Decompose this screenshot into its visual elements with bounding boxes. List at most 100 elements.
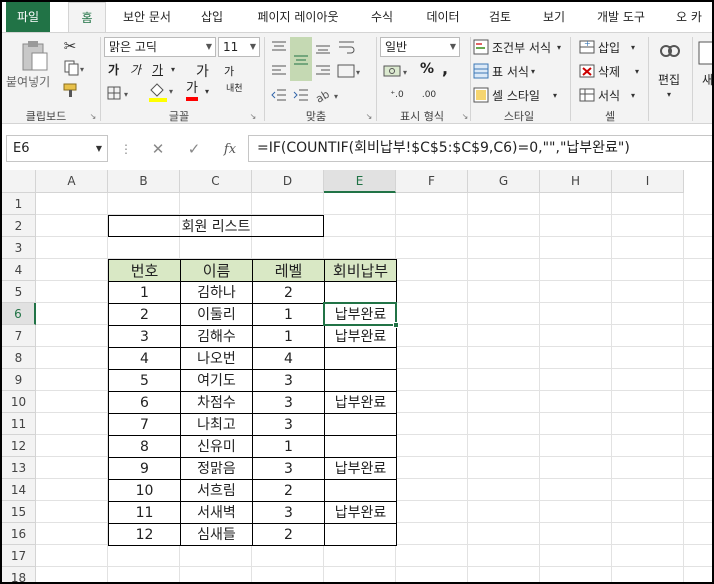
format-dropdown-icon[interactable]: ▾ xyxy=(628,87,638,103)
borders-icon[interactable]: ▾ xyxy=(106,83,136,103)
new-button[interactable]: 새 xyxy=(702,71,712,88)
table-cell[interactable]: 7 xyxy=(108,413,181,436)
table-cell[interactable]: 2 xyxy=(108,303,181,326)
align-bottom-icon[interactable] xyxy=(312,37,334,57)
tab-developer[interactable]: 개발 도구 xyxy=(586,2,656,32)
table-cell[interactable] xyxy=(324,347,397,370)
conditional-formatting-button[interactable]: 조건부 서식 xyxy=(492,39,551,56)
table-cell[interactable]: 1 xyxy=(252,435,325,458)
row-header-17[interactable]: 17 xyxy=(2,545,36,567)
row-header-8[interactable]: 8 xyxy=(2,347,36,369)
table-cell[interactable]: 1 xyxy=(252,303,325,326)
merge-center-icon[interactable]: ▾ xyxy=(336,61,364,81)
shrink-font-button[interactable]: 가 xyxy=(224,63,234,79)
accounting-format-icon[interactable]: ▾ xyxy=(382,61,414,81)
cell-styles-dropdown-icon[interactable]: ▾ xyxy=(550,87,560,103)
format-as-table-button[interactable]: 표 서식 xyxy=(492,63,529,80)
row-header-11[interactable]: 11 xyxy=(2,413,36,435)
fill-color-icon[interactable]: ▾ xyxy=(146,81,180,103)
row-header-3[interactable]: 3 xyxy=(2,237,36,259)
table-cell[interactable]: 3 xyxy=(252,457,325,480)
number-format-select[interactable]: 일반 ▼ xyxy=(380,37,460,57)
tab-insert[interactable]: 삽입 xyxy=(192,2,232,32)
decrease-indent-icon[interactable] xyxy=(268,85,290,105)
row-header-6[interactable]: 6 xyxy=(2,303,36,325)
conditional-dropdown-icon[interactable]: ▾ xyxy=(554,39,564,55)
table-cell[interactable]: 서흐림 xyxy=(180,479,253,502)
delete-cells-icon[interactable] xyxy=(578,61,596,81)
table-cell[interactable]: 12 xyxy=(108,523,181,546)
row-header-16[interactable]: 16 xyxy=(2,523,36,545)
worksheet-grid[interactable]: ABCDEFGHI 1 2 3 4 5 6 7 8 9 10 11 12 13 14 15 16 17 18 회원… xyxy=(2,170,712,582)
table-cell[interactable]: 4 xyxy=(108,347,181,370)
table-cell[interactable]: 심새들 xyxy=(180,523,253,546)
table-cell[interactable]: 4 xyxy=(252,347,325,370)
orientation-icon[interactable]: ab ▾ xyxy=(314,85,344,105)
insert-cells-button[interactable]: 삽입 xyxy=(598,39,620,56)
row-header-5[interactable]: 5 xyxy=(2,281,36,303)
table-cell[interactable]: 3 xyxy=(252,391,325,414)
insert-dropdown-icon[interactable]: ▾ xyxy=(628,39,638,55)
table-cell[interactable]: 3 xyxy=(252,413,325,436)
increase-decimal-icon[interactable]: ⁺.0 xyxy=(382,85,412,105)
comma-style-button[interactable]: , xyxy=(442,59,448,78)
row-header-14[interactable]: 14 xyxy=(2,479,36,501)
table-cell[interactable]: 2 xyxy=(252,281,325,304)
row-header-12[interactable]: 12 xyxy=(2,435,36,457)
insert-function-button[interactable]: fx xyxy=(218,138,242,160)
align-right-icon[interactable] xyxy=(312,61,334,81)
tab-view[interactable]: 보기 xyxy=(534,2,574,32)
copy-icon[interactable]: ▾ xyxy=(60,59,88,77)
delete-dropdown-icon[interactable]: ▾ xyxy=(632,63,642,79)
row-header-7[interactable]: 7 xyxy=(2,325,36,347)
alignment-launcher-icon[interactable]: ↘ xyxy=(364,111,374,121)
table-cell[interactable]: 6 xyxy=(108,391,181,414)
align-middle-icon[interactable] xyxy=(290,37,312,81)
increase-indent-icon[interactable] xyxy=(290,85,312,105)
table-header-cell[interactable]: 이름 xyxy=(180,259,253,282)
align-top-icon[interactable] xyxy=(268,37,290,57)
table-cell[interactable]: 여기도 xyxy=(180,369,253,392)
cancel-icon[interactable]: ✕ xyxy=(146,138,170,160)
tab-tell-me[interactable]: 오 카 xyxy=(676,2,712,32)
column-header-e[interactable]: E xyxy=(324,170,396,193)
delete-cells-button[interactable]: 삭제 xyxy=(598,63,620,80)
table-cell[interactable] xyxy=(324,479,397,502)
grow-font-button[interactable]: 가 xyxy=(196,61,209,81)
wrap-text-icon[interactable] xyxy=(336,37,358,57)
row-header-4[interactable]: 4 xyxy=(2,259,36,281)
tab-review[interactable]: 검토 xyxy=(480,2,520,32)
select-all-corner[interactable] xyxy=(2,170,36,193)
table-cell[interactable]: 납부완료 xyxy=(324,457,397,480)
find-icon[interactable] xyxy=(656,39,684,67)
tab-security[interactable]: 보안 문서 xyxy=(114,2,180,32)
percent-style-button[interactable]: % xyxy=(420,61,434,77)
table-cell[interactable] xyxy=(324,281,397,304)
font-size-select[interactable]: 11 ▼ xyxy=(218,37,260,57)
name-box-dropdown-icon[interactable]: ▼ xyxy=(94,143,104,153)
table-cell[interactable]: 3 xyxy=(252,369,325,392)
table-cell[interactable]: 5 xyxy=(108,369,181,392)
cell-styles-button[interactable]: 셀 스타일 xyxy=(492,87,540,104)
formula-input[interactable]: =IF(COUNTIF(회비납부!$C$5:$C$9,C6)=0,"","납부완… xyxy=(248,135,712,162)
name-box[interactable]: E6 xyxy=(6,135,108,162)
table-cell[interactable]: 납부완료 xyxy=(324,325,397,348)
format-cells-button[interactable]: 서식 xyxy=(598,87,620,104)
row-header-10[interactable]: 10 xyxy=(2,391,36,413)
table-cell[interactable] xyxy=(324,413,397,436)
table-cell[interactable]: 이둘리 xyxy=(180,303,253,326)
tab-formulas[interactable]: 수식 xyxy=(362,2,402,32)
format-cells-icon[interactable] xyxy=(578,85,596,105)
formula-bar-handle-icon[interactable]: ⋮ xyxy=(120,141,132,157)
insert-cells-icon[interactable]: + xyxy=(578,37,596,57)
paste-button[interactable]: 붙여넣기 xyxy=(6,73,50,90)
table-cell[interactable]: 9 xyxy=(108,457,181,480)
table-cell[interactable]: 서새벽 xyxy=(180,501,253,524)
table-cell[interactable]: 1 xyxy=(252,325,325,348)
align-left-icon[interactable] xyxy=(268,61,290,81)
column-header-f[interactable]: F xyxy=(396,170,468,193)
tab-data[interactable]: 데이터 xyxy=(418,2,468,32)
underline-button[interactable]: 가 xyxy=(152,61,163,78)
table-cell[interactable]: 2 xyxy=(252,523,325,546)
table-cell[interactable] xyxy=(324,523,397,546)
